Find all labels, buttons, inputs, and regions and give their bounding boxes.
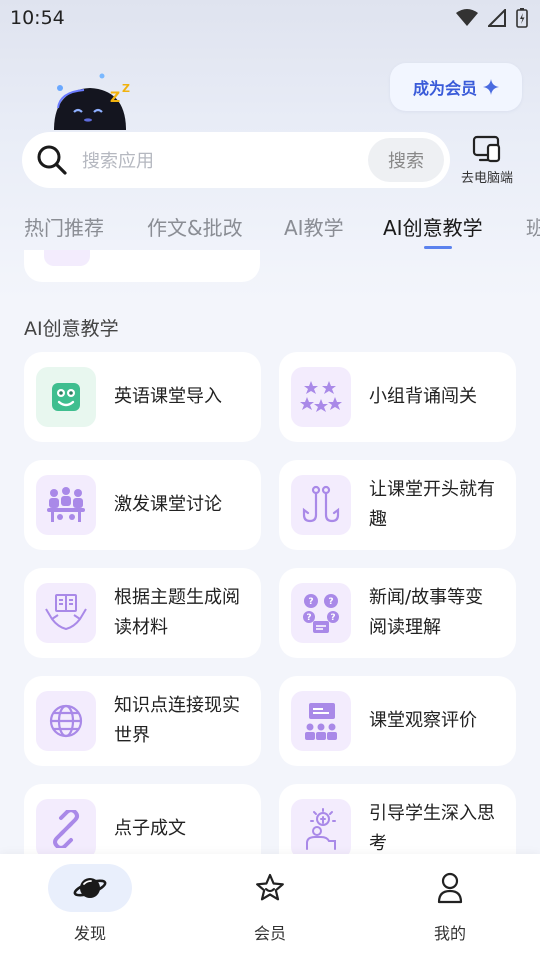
chain-link-icon (36, 799, 96, 859)
signal-icon (488, 9, 506, 27)
app-card-label: 英语课堂导入 (114, 386, 222, 407)
app-card-recitation[interactable]: 小组背诵闯关 (279, 352, 516, 442)
app-card-english-intro[interactable]: 英语课堂导入 (24, 352, 261, 442)
svg-text:Z: Z (122, 82, 130, 95)
app-card-interesting-start[interactable]: 让课堂开头就有趣 (279, 460, 516, 550)
fishhooks-icon (291, 475, 351, 535)
app-card-label: 小组背诵闯关 (369, 386, 477, 407)
member-button-label: 成为会员 (412, 79, 477, 98)
search-icon (37, 145, 67, 175)
stars-icon (291, 367, 351, 427)
app-card-reading-material[interactable]: 根据主题生成阅读材料 (24, 568, 261, 658)
nav-discover-label: 发现 (73, 924, 106, 943)
nav-mine-icon-wrap (408, 864, 492, 912)
svg-text:?: ? (328, 597, 333, 607)
status-icons (456, 8, 528, 28)
tab-ai-teaching[interactable]: AI教学 (284, 212, 344, 241)
app-card-label: 让课堂开头就有趣 (369, 479, 495, 530)
svg-text:?: ? (306, 613, 311, 623)
previous-card-fragment (24, 250, 260, 282)
app-card-discussion[interactable]: 激发课堂讨论 (24, 460, 261, 550)
search-bar[interactable]: 搜索应用 搜索 (22, 132, 450, 188)
section-title: AI创意教学 (24, 318, 119, 340)
svg-text:Z: Z (110, 90, 120, 106)
bottom-navigation: 发现 会员 我的 (0, 854, 540, 960)
wifi-icon (456, 9, 478, 26)
search-input[interactable]: 搜索应用 (82, 147, 368, 173)
status-bar: 10:54 (0, 0, 540, 36)
previous-card-icon (44, 250, 90, 266)
battery-icon (516, 8, 528, 28)
nav-mine-label: 我的 (433, 924, 466, 943)
app-card-real-world[interactable]: 知识点连接现实世界 (24, 676, 261, 766)
nav-member-label: 会员 (253, 924, 286, 943)
app-card-label: 根据主题生成阅读材料 (114, 587, 240, 638)
app-card-label: 点子成文 (114, 818, 186, 839)
smiley-board-icon (36, 367, 96, 427)
star-badge-icon (256, 873, 284, 901)
person-icon (437, 872, 463, 904)
nav-mine[interactable]: 我的 (360, 854, 540, 960)
app-card-label: 引导学生深入思考 (369, 803, 495, 854)
app-card-label: 激发课堂讨论 (114, 494, 222, 515)
classroom-board-icon (291, 691, 351, 751)
go-to-pc-label: 去电脑端 (460, 171, 513, 186)
mascot-illustration: Z Z (54, 73, 130, 130)
pc-mobile-icon (472, 135, 501, 163)
search-button[interactable]: 搜索 (368, 138, 444, 182)
status-time: 10:54 (10, 7, 65, 29)
active-tab-indicator (424, 246, 452, 249)
nav-discover[interactable]: 发现 (0, 854, 180, 960)
go-to-pc-button[interactable]: 去电脑端 (454, 135, 520, 187)
svg-text:?: ? (308, 597, 313, 607)
svg-text:?: ? (330, 613, 335, 623)
group-discussion-icon (36, 475, 96, 535)
sparkle-icon (483, 79, 499, 95)
globe-icon (36, 691, 96, 751)
app-card-label: 课堂观察评价 (369, 710, 477, 731)
tab-class[interactable]: 班 (526, 212, 540, 241)
app-card-label: 新闻/故事等变阅读理解 (369, 587, 484, 638)
thinking-person-icon (291, 799, 351, 859)
tab-ai-creative[interactable]: AI创意教学 (383, 212, 483, 241)
question-bubbles-icon: ?? ?? (291, 583, 351, 643)
app-card-observation[interactable]: 课堂观察评价 (279, 676, 516, 766)
hands-book-icon (36, 583, 96, 643)
tab-essay[interactable]: 作文&批改 (147, 212, 243, 241)
app-card-label: 知识点连接现实世界 (114, 695, 240, 746)
become-member-button[interactable]: 成为会员 (390, 63, 522, 111)
tab-hot[interactable]: 热门推荐 (24, 212, 104, 241)
nav-member[interactable]: 会员 (180, 854, 360, 960)
app-card-reading-comprehension[interactable]: ?? ?? 新闻/故事等变阅读理解 (279, 568, 516, 658)
nav-member-icon-wrap (228, 864, 312, 912)
nav-discover-icon-wrap (48, 864, 132, 912)
category-tabs: 热门推荐 作文&批改 AI教学 AI创意教学 班 (0, 206, 540, 250)
planet-icon (73, 878, 107, 898)
